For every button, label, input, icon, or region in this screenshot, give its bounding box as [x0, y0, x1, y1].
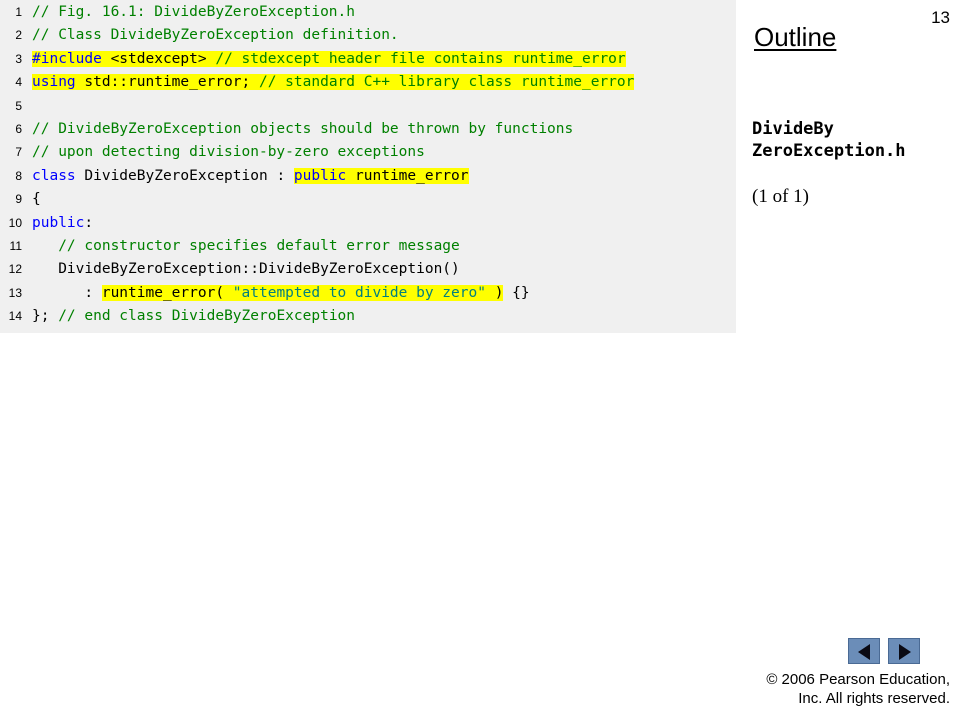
line-number: 13: [8, 285, 22, 300]
code-token: #include: [32, 50, 102, 67]
line-number: 10: [8, 215, 22, 230]
code-token: <stdexcept>: [101, 50, 216, 67]
code-text: // constructor specifies default error m…: [32, 235, 460, 258]
previous-slide-button[interactable]: [848, 638, 880, 664]
code-line: 13 : runtime_error( "attempted to divide…: [0, 282, 736, 305]
code-line: 3 #include <stdexcept> // stdexcept heade…: [0, 48, 736, 71]
line-number: 8: [15, 168, 22, 183]
code-text: // Class DivideByZeroException definitio…: [32, 24, 399, 47]
code-token: std::runtime_error;: [75, 74, 259, 91]
code-token: // Fig. 16.1: DivideByZeroException.h: [32, 4, 356, 20]
line-number: 4: [15, 75, 22, 90]
code-line: 5: [0, 95, 736, 118]
code-listing: 1 // Fig. 16.1: DivideByZeroException.h 2 /…: [0, 0, 736, 333]
code-line: 11 // constructor specifies default erro…: [0, 235, 736, 258]
code-token: };: [32, 308, 59, 325]
code-token: :: [32, 284, 102, 301]
code-line: 8 class DivideByZeroException : public ru…: [0, 165, 736, 188]
page-indicator: (1 of 1): [752, 186, 809, 207]
code-line: 9{: [0, 188, 736, 211]
code-token: :: [84, 214, 94, 231]
code-line: 6 // DivideByZeroException objects should…: [0, 118, 736, 141]
code-text: public:: [32, 212, 93, 235]
code-line: 12 DivideByZeroException::DivideByZeroEx…: [0, 258, 736, 281]
code-token: // end class DivideByZeroException: [58, 308, 356, 325]
code-line: 4 using std::runtime_error; // standard C…: [0, 71, 736, 94]
line-number: 1: [15, 5, 22, 19]
code-token: // stdexcept header file contains runtim…: [215, 50, 626, 67]
file-name-line-1: DivideBy: [752, 119, 834, 139]
code-line: 14}; // end class DivideByZeroException: [0, 305, 736, 328]
file-name: DivideBy ZeroException.h: [752, 118, 906, 162]
triangle-left-icon: [858, 644, 870, 660]
line-number: 12: [8, 262, 22, 277]
code-token: public: [32, 214, 85, 231]
code-token: {: [32, 191, 41, 208]
code-text: DivideByZeroException::DivideByZeroExcep…: [32, 258, 460, 281]
code-token: // upon detecting division-by-zero excep…: [32, 144, 425, 161]
code-text: #include <stdexcept> // stdexcept header…: [32, 48, 626, 71]
code-line: 2 // Class DivideByZeroException definiti…: [0, 24, 736, 47]
code-token: using: [32, 74, 76, 91]
code-line: 1 // Fig. 16.1: DivideByZeroException.h: [0, 1, 736, 24]
outline-title[interactable]: Outline: [754, 22, 836, 53]
next-slide-button[interactable]: [888, 638, 920, 664]
code-text: class DivideByZeroException : public run…: [32, 165, 469, 188]
code-token: // Class DivideByZeroException definitio…: [32, 27, 399, 44]
code-token: DivideByZeroException::DivideByZeroExcep…: [32, 261, 460, 278]
code-line: 10 public:: [0, 212, 736, 235]
code-text: : runtime_error( "attempted to divide by…: [32, 282, 530, 305]
line-number: 3: [15, 51, 22, 66]
code-line: 7 // upon detecting division-by-zero exce…: [0, 141, 736, 164]
code-token: ): [485, 284, 504, 301]
code-token: public: [293, 167, 347, 184]
copyright-notice: © 2006 Pearson Education, Inc. All right…: [766, 670, 950, 708]
line-number: 9: [15, 192, 22, 207]
code-text: using std::runtime_error; // standard C+…: [32, 71, 635, 94]
code-token: // constructor specifies default error m…: [58, 238, 460, 254]
code-token: runtime_error(: [101, 284, 233, 301]
file-name-line-2: ZeroException.h: [752, 141, 906, 161]
line-number: 5: [15, 98, 22, 113]
copyright-line-2: Inc. All rights reserved.: [798, 690, 950, 707]
code-token: "attempted to divide by zero": [232, 284, 486, 301]
line-number: 7: [15, 145, 22, 160]
line-number: 14: [8, 309, 22, 324]
line-number: 11: [9, 239, 22, 253]
code-text: }; // end class DivideByZeroException: [32, 305, 355, 328]
code-token: DivideByZeroException :: [75, 167, 294, 184]
slide-number: 13: [931, 8, 950, 27]
code-token: // DivideByZeroException objects should …: [32, 121, 574, 137]
line-number: 2: [15, 28, 22, 43]
code-token: // standard C++ library class runtime_er…: [258, 74, 635, 91]
triangle-right-icon: [899, 644, 911, 660]
code-text: // upon detecting division-by-zero excep…: [32, 141, 425, 164]
code-token: runtime_error: [346, 167, 469, 184]
code-text: {: [32, 188, 41, 211]
code-token: {}: [503, 284, 530, 301]
code-text: // Fig. 16.1: DivideByZeroException.h: [32, 1, 355, 24]
code-text: // DivideByZeroException objects should …: [32, 118, 573, 141]
copyright-line-1: © 2006 Pearson Education,: [766, 671, 950, 688]
code-token: class: [32, 167, 76, 184]
line-number: 6: [15, 122, 22, 136]
